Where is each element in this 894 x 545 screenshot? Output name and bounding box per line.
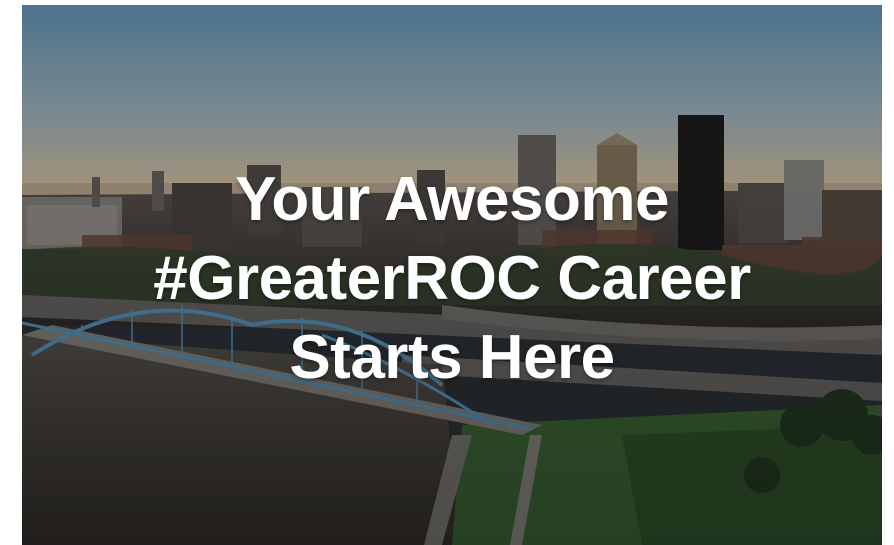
hero-banner: Your Awesome #GreaterROC Career Starts H… bbox=[22, 5, 882, 545]
headline-line-1: Your Awesome bbox=[235, 165, 669, 234]
headline-line-3: Starts Here bbox=[289, 323, 615, 392]
headline: Your Awesome #GreaterROC Career Starts H… bbox=[22, 160, 882, 397]
headline-line-2: #GreaterROC Career bbox=[153, 244, 751, 313]
